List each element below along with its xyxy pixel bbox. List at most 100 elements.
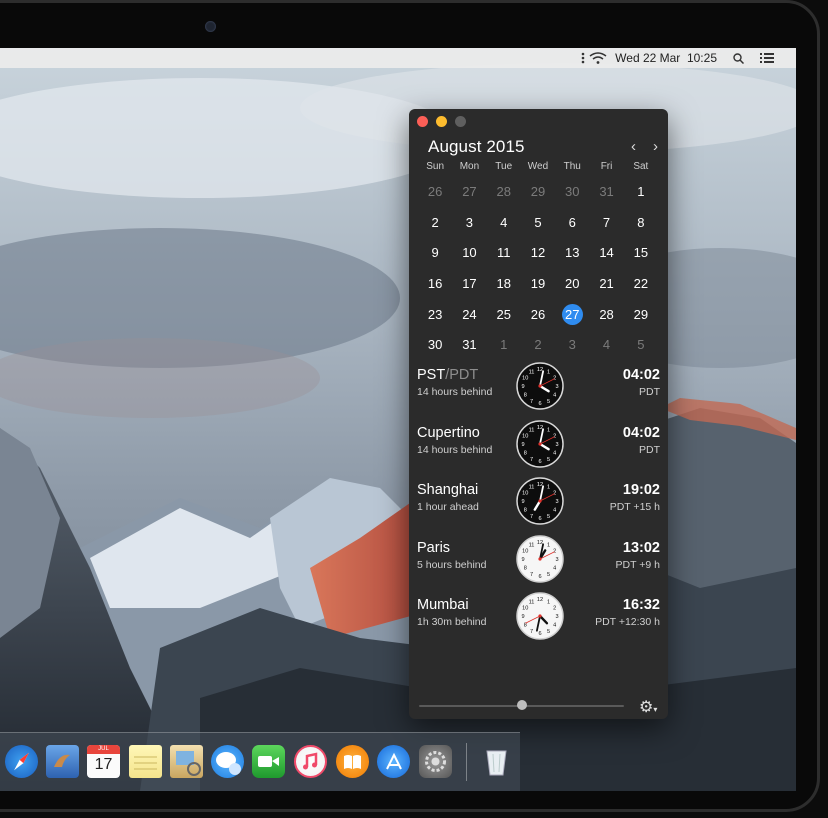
week-row: 30 31 1 2 3 4 5 xyxy=(418,330,658,361)
day-cell[interactable]: 1 xyxy=(624,181,658,203)
weekday-label: Thu xyxy=(563,161,581,172)
day-number: 27 xyxy=(561,303,583,325)
next-month-icon[interactable]: › xyxy=(653,138,658,155)
calendar-icon[interactable]: JUL 17 xyxy=(87,745,120,778)
notification-center-icon[interactable] xyxy=(760,53,774,63)
day-cell[interactable]: 11 xyxy=(487,242,521,264)
preview-icon[interactable] xyxy=(170,745,203,778)
day-cell[interactable]: 22 xyxy=(624,273,658,295)
timezone-offset: PDT +15 h xyxy=(609,501,660,514)
desktop-wallpaper xyxy=(0,48,796,791)
menu-bar-clock[interactable]: Wed 22 Mar 10:25 xyxy=(615,51,717,65)
messages-icon[interactable] xyxy=(211,745,244,778)
day-cell[interactable]: 16 xyxy=(418,273,452,295)
overflow-dots-icon[interactable] xyxy=(581,52,585,64)
facetime-icon[interactable] xyxy=(252,745,285,778)
timezone-row[interactable]: PST/PDT 14 hours behind 1 2 3 4 5 6 7 8 9 10 11 12 04:… xyxy=(409,359,668,416)
timezone-time: 04:02 xyxy=(622,367,660,383)
notes-icon[interactable] xyxy=(129,745,162,778)
camera xyxy=(205,21,216,32)
day-cell[interactable]: 2 xyxy=(521,334,555,356)
week-row: 23 24 25 26 27 28 29 xyxy=(418,299,658,330)
day-cell[interactable]: 17 xyxy=(452,273,486,295)
svg-text:3: 3 xyxy=(555,384,558,390)
ibooks-icon[interactable] xyxy=(336,745,369,778)
day-cell[interactable]: 30 xyxy=(418,334,452,356)
day-cell[interactable]: 29 xyxy=(624,304,658,326)
timezone-difference: 1h 30m behind xyxy=(417,616,487,629)
day-cell[interactable]: 14 xyxy=(589,242,623,264)
timezone-name: Shanghai xyxy=(417,482,478,498)
wifi-icon[interactable] xyxy=(589,52,607,64)
day-cell[interactable]: 19 xyxy=(521,273,555,295)
weekday-label: Sat xyxy=(633,161,649,172)
trash-icon[interactable] xyxy=(480,745,513,778)
app-store-icon[interactable] xyxy=(377,745,410,778)
timezone-row[interactable]: Paris 5 hours behind 1 2 3 4 5 6 7 8 9 10 11 12 13:02 P… xyxy=(409,532,668,589)
day-cell-today[interactable]: 27 xyxy=(555,303,589,326)
svg-text:12: 12 xyxy=(537,598,543,604)
day-number: 2 xyxy=(431,214,439,230)
svg-text:2: 2 xyxy=(553,491,556,497)
svg-text:5: 5 xyxy=(547,629,550,635)
day-cell[interactable]: 26 xyxy=(521,304,555,326)
dock-divider xyxy=(466,743,467,781)
day-cell[interactable]: 28 xyxy=(487,181,521,203)
close-button[interactable] xyxy=(417,116,428,127)
day-cell[interactable]: 24 xyxy=(452,304,486,326)
svg-text:7: 7 xyxy=(530,629,533,635)
day-cell[interactable]: 8 xyxy=(624,212,658,234)
timezone-row[interactable]: Shanghai 1 hour ahead 1 2 3 4 5 6 7 8 9 10 11 12 19:02… xyxy=(409,474,668,531)
zoom-button[interactable] xyxy=(455,116,466,127)
weekday-label: Fri xyxy=(600,161,613,172)
minimize-button[interactable] xyxy=(436,116,447,127)
itunes-icon[interactable] xyxy=(294,745,327,778)
day-cell[interactable]: 5 xyxy=(624,334,658,356)
day-cell[interactable]: 27 xyxy=(452,181,486,203)
day-cell[interactable]: 10 xyxy=(452,242,486,264)
mail-icon[interactable] xyxy=(46,745,79,778)
day-cell[interactable]: 31 xyxy=(452,334,486,356)
day-cell[interactable]: 30 xyxy=(555,181,589,203)
timezone-offset: PDT +12:30 h xyxy=(595,616,660,629)
day-number: 31 xyxy=(462,337,477,353)
day-cell[interactable]: 29 xyxy=(521,181,555,203)
day-cell[interactable]: 28 xyxy=(589,304,623,326)
day-cell[interactable]: 12 xyxy=(521,242,555,264)
svg-text:4: 4 xyxy=(553,393,556,399)
timezone-row[interactable]: Cupertino 14 hours behind 1 2 3 4 5 6 7 8 9 10 11 12 0… xyxy=(409,417,668,474)
day-number: 21 xyxy=(599,276,614,292)
day-number: 2 xyxy=(534,337,542,353)
day-cell[interactable]: 3 xyxy=(452,212,486,234)
day-cell[interactable]: 13 xyxy=(555,242,589,264)
svg-text:9: 9 xyxy=(521,442,524,448)
day-cell[interactable]: 6 xyxy=(555,212,589,234)
day-cell[interactable]: 26 xyxy=(418,181,452,203)
timezone-row[interactable]: Mumbai 1h 30m behind 1 2 3 4 5 6 7 8 9 10 11 12 16:32 P… xyxy=(409,589,668,646)
timezone-time: 19:02 xyxy=(622,482,660,499)
system-preferences-icon[interactable] xyxy=(419,745,452,778)
previous-month-icon[interactable]: ‹ xyxy=(631,138,636,155)
weekday-label: Mon xyxy=(459,161,480,172)
spotlight-search-icon[interactable] xyxy=(733,52,744,64)
day-cell[interactable]: 4 xyxy=(589,334,623,356)
day-cell[interactable]: 1 xyxy=(487,334,521,356)
day-cell[interactable]: 7 xyxy=(589,212,623,234)
day-cell[interactable]: 15 xyxy=(624,242,658,264)
day-cell[interactable]: 21 xyxy=(589,273,623,295)
day-cell[interactable]: 5 xyxy=(521,212,555,234)
day-cell[interactable]: 4 xyxy=(487,212,521,234)
calendar-icon-month: JUL xyxy=(87,745,120,754)
day-cell[interactable]: 25 xyxy=(487,304,521,326)
day-cell[interactable]: 31 xyxy=(589,181,623,203)
day-cell[interactable]: 9 xyxy=(418,242,452,264)
safari-icon[interactable] xyxy=(5,745,38,778)
analog-clock-icon: 1234567891011 12 xyxy=(516,535,564,583)
day-cell[interactable]: 20 xyxy=(555,273,589,295)
gear-icon[interactable]: ⚙▾ xyxy=(639,697,657,717)
day-cell[interactable]: 2 xyxy=(418,212,452,234)
day-cell[interactable]: 23 xyxy=(418,304,452,326)
day-cell[interactable]: 3 xyxy=(555,334,589,356)
day-cell[interactable]: 18 xyxy=(487,273,521,295)
time-slider-knob[interactable] xyxy=(517,700,527,710)
